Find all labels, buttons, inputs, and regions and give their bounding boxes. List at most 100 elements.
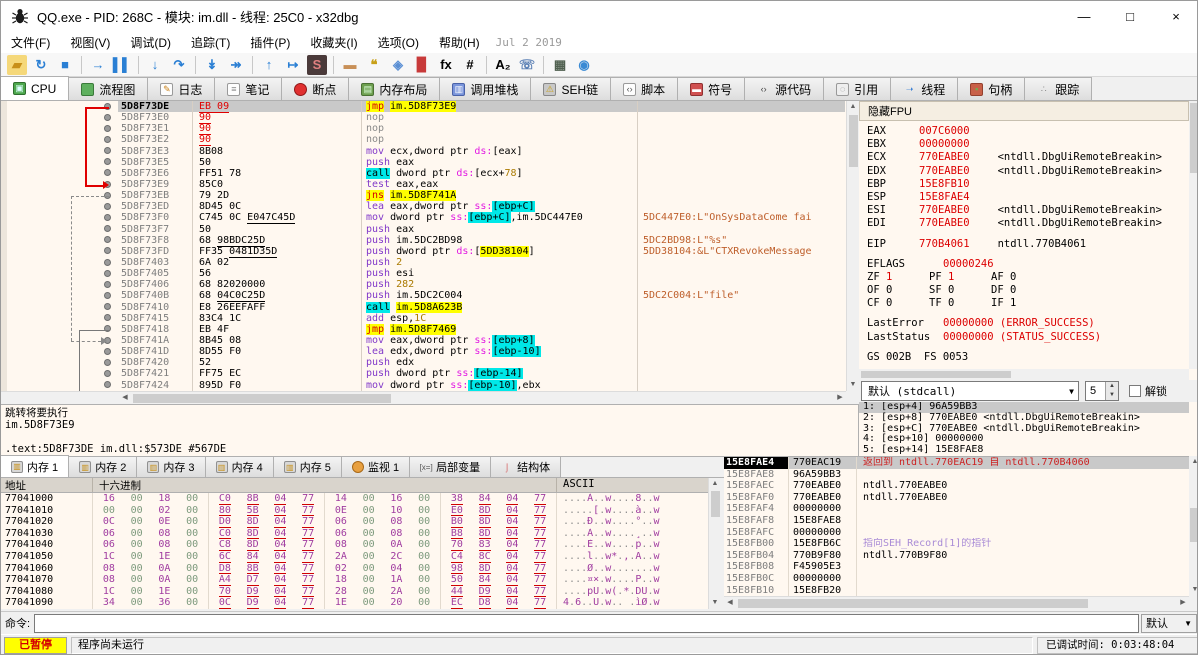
register-line[interactable]: LastError00000000 (ERROR_SUCCESS)	[867, 317, 1189, 330]
open-file-icon[interactable]: ▰	[7, 55, 27, 75]
register-line[interactable]: OF 0SF 0DF 0	[867, 284, 1189, 297]
disasm-row[interactable]: 5D8F73F868 98BDC25Dpush im.5DC2BD985DC2B…	[1, 235, 858, 246]
menu-item-选项[interactable]: 选项(O)	[368, 32, 429, 53]
disasm-row[interactable]: 5D8F740668 82020000push 282	[1, 279, 858, 290]
dump-tab-内存 3[interactable]: ▥内存 3	[136, 456, 205, 477]
dump-row[interactable]: 770410200C000E00D08D047706000800B08D0477…	[1, 516, 708, 528]
command-input[interactable]	[34, 614, 1139, 633]
disasm-row[interactable]: 5D8F73F750push eax	[1, 224, 858, 235]
disasm-row[interactable]: 5D8F73F0C745 0C E047C45Dmov dword ptr ss…	[1, 212, 858, 223]
dump-vertical-scrollbar[interactable]: ▲▼	[708, 478, 721, 609]
disasm-row[interactable]: 5D8F73E550push eax	[1, 157, 858, 168]
functions-icon[interactable]: fx	[436, 55, 456, 75]
tab-SEH链[interactable]: ⚠SEH链	[530, 77, 611, 100]
call-argument-row[interactable]: 5: [esp+14] 15E8FAE8	[859, 445, 1189, 456]
disasm-row[interactable]: 5D8F73E090nop	[1, 112, 858, 123]
dump-row[interactable]: 7704104006000800C88D047708000A0070830477…	[1, 539, 708, 551]
dump-tab-监视 1[interactable]: 监视 1	[341, 456, 410, 477]
register-line[interactable]: CF 0TF 0IF 1	[867, 297, 1189, 310]
labels-icon[interactable]: ◈	[388, 55, 408, 75]
registers-horizontal-scrollbar[interactable]	[859, 369, 1189, 380]
unlock-checkbox[interactable]	[1129, 385, 1141, 397]
tab-符号[interactable]: ▬符号	[677, 77, 745, 100]
calculator-icon[interactable]: ▦	[550, 55, 570, 75]
tab-流程图[interactable]: 流程图	[68, 77, 148, 100]
register-line[interactable]: ESP15E8FAE4	[867, 191, 1189, 204]
notify-icon[interactable]: ☏	[517, 55, 537, 75]
execute-till-return-icon[interactable]: ↑	[259, 55, 279, 75]
maximize-button[interactable]: □	[1107, 1, 1153, 31]
memory-dump-panel[interactable]: 地址十六进制ASCII7704100016001800C08B047714001…	[1, 478, 708, 609]
animate-into-icon[interactable]: ↡	[202, 55, 222, 75]
register-line[interactable]: EDI770EABE0<ntdll.DbgUiRemoteBreakin>	[867, 217, 1189, 230]
dump-tab-内存 1[interactable]: ▥内存 1	[0, 455, 69, 477]
disasm-row[interactable]: 5D8F7418EB 4Fjmp im.5D8F7469	[1, 324, 858, 335]
menu-item-视图[interactable]: 视图(V)	[60, 32, 120, 53]
disasm-row[interactable]: 5D8F73DEEB 09jmp im.5D8F73E9	[1, 101, 858, 112]
tab-日志[interactable]: ✎日志	[147, 77, 215, 100]
stack-row[interactable]: 15E8FAEC770EABE0ntdll.770EABE0	[724, 480, 1189, 492]
dump-tab-内存 4[interactable]: ▥内存 4	[205, 456, 274, 477]
disasm-row[interactable]: 5D8F73E985C0test eax,eax	[1, 179, 858, 190]
animate-over-icon[interactable]: ↠	[226, 55, 246, 75]
calling-convention-select[interactable]: 默认 (stdcall) ▼	[861, 381, 1079, 401]
register-line[interactable]: EIP770B4061ntdll.770B4061	[867, 238, 1189, 251]
disasm-row[interactable]: 5D8F741D8D55 F0lea edx,dword ptr ss:[ebp…	[1, 346, 858, 357]
dump-tab-结构体[interactable]: ⌡结构体	[490, 456, 561, 477]
spin-down-icon[interactable]: ▼	[1106, 391, 1118, 400]
tab-引用[interactable]: ◌引用	[823, 77, 891, 100]
dump-tab-内存 5[interactable]: ▥内存 5	[273, 456, 342, 477]
menu-item-帮助[interactable]: 帮助(H)	[429, 32, 490, 53]
tab-线程[interactable]: ➝线程	[890, 77, 958, 100]
internet-icon[interactable]: ◉	[574, 55, 594, 75]
stop-debuggee-icon[interactable]: ■	[55, 55, 75, 75]
disasm-row[interactable]: 5D8F73FDFF35 0481D35Dpush dword ptr ds:[…	[1, 246, 858, 257]
disasm-row[interactable]: 5D8F7421FF75 ECpush dword ptr ss:[ebp-14…	[1, 368, 858, 379]
stack-row[interactable]: 15E8FAF0770EABE0ntdll.770EABE0	[724, 492, 1189, 504]
stack-row[interactable]: 15E8FB1015E8FB20	[724, 585, 1189, 596]
stack-panel[interactable]: 15E8FAE4770EAC19返回到 ntdll.770EAC19 自 ntd…	[724, 456, 1189, 596]
step-into-icon[interactable]: ↓	[145, 55, 165, 75]
disasm-row[interactable]: 5D8F73E190nop	[1, 123, 858, 134]
call-argument-row[interactable]: 2: [esp+8] 770EABE0 <ntdll.DbgUiRemoteBr…	[859, 413, 1189, 424]
menu-item-文件[interactable]: 文件(F)	[1, 32, 60, 53]
disassembly-panel[interactable]: 5D8F73DEEB 09jmp im.5D8F73E95D8F73E090no…	[1, 101, 859, 391]
stack-row[interactable]: 15E8FB08F45905E3	[724, 561, 1189, 573]
disasm-row[interactable]: 5D8F73EB79 2Djns im.5D8F741A	[1, 190, 858, 201]
register-line[interactable]: GS 002B FS 0053	[867, 351, 1189, 364]
stack-row[interactable]: 15E8FAF400000000	[724, 503, 1189, 515]
dump-tab-局部变量[interactable]: [x=]局部变量	[409, 456, 491, 477]
register-line[interactable]: LastStatus00000000 (STATUS_SUCCESS)	[867, 331, 1189, 344]
font-size-icon[interactable]: A₂	[493, 55, 513, 75]
menu-item-调试[interactable]: 调试(D)	[120, 32, 181, 53]
dump-row[interactable]: 770410801C001E0070D9047728002A0044D90477…	[1, 586, 708, 598]
register-line[interactable]: EAX007C6000	[867, 125, 1189, 138]
dump-row[interactable]: 7704100016001800C08B04771400160038840477…	[1, 493, 708, 505]
disasm-row[interactable]: 5D8F7410E8 26EEFAFFcall im.5D8A623B	[1, 302, 858, 313]
stack-row[interactable]: 15E8FB04770B9F80ntdll.770B9F80	[724, 550, 1189, 562]
minimize-button[interactable]: —	[1061, 1, 1107, 31]
dump-row[interactable]: 7704101000000200805B04770E001000E08D0477…	[1, 505, 708, 517]
comments-icon[interactable]: ❝	[364, 55, 384, 75]
dump-tab-内存 2[interactable]: ▥内存 2	[68, 456, 137, 477]
registers-body[interactable]: EAX007C6000EBX00000000ECX770EABE0<ntdll.…	[859, 121, 1189, 369]
stack-horizontal-scrollbar[interactable]: ◀▶	[724, 596, 1189, 609]
register-line[interactable]: EFLAGS00000246	[867, 258, 1189, 271]
registers-vertical-scrollbar[interactable]	[1189, 101, 1198, 369]
stack-row[interactable]: 15E8FAFC00000000	[724, 527, 1189, 539]
disasm-horizontal-scrollbar[interactable]: ◀▶	[1, 391, 846, 404]
register-line[interactable]: EBP15E8FB10	[867, 178, 1189, 191]
disasm-row[interactable]: 5D8F741583C4 1Cadd esp,1C	[1, 313, 858, 324]
dump-row[interactable]: 7704107008000A00A4D7047718001A0050840477…	[1, 574, 708, 586]
menu-item-追踪[interactable]: 追踪(T)	[181, 32, 240, 53]
tab-内存布局[interactable]: ▤内存布局	[348, 77, 440, 100]
register-line[interactable]: ECX770EABE0<ntdll.DbgUiRemoteBreakin>	[867, 151, 1189, 164]
disasm-row[interactable]: 5D8F7424895D F0mov dword ptr ss:[ebp-10]…	[1, 380, 858, 391]
breakpoint-books-icon[interactable]: ▉	[412, 55, 432, 75]
shortcuts-icon[interactable]: #	[460, 55, 480, 75]
stack-row[interactable]: 15E8FAF815E8FAE8	[724, 515, 1189, 527]
stack-row[interactable]: 15E8FB0C00000000	[724, 573, 1189, 585]
command-profile-select[interactable]: 默认 ▼	[1141, 614, 1197, 633]
run-icon[interactable]: →	[88, 55, 108, 75]
stack-row[interactable]: 15E8FAE896A59BB3	[724, 469, 1189, 481]
